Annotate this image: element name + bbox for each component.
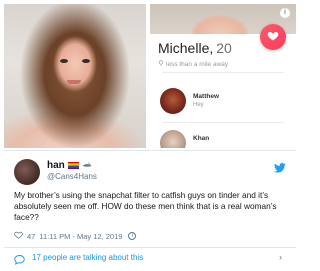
message-row-khan[interactable]: Khan bbox=[160, 130, 290, 148]
avatar[interactable] bbox=[14, 159, 40, 185]
avatar bbox=[160, 88, 186, 114]
avatar bbox=[160, 130, 186, 148]
distance-line: less than a mile away bbox=[158, 60, 228, 68]
location-pin-icon bbox=[158, 60, 164, 68]
comment-icon bbox=[14, 252, 25, 270]
like-count[interactable]: 47 bbox=[27, 232, 35, 241]
heart-outline-icon[interactable] bbox=[14, 231, 23, 241]
page: i Michelle, 20 less than a mile away Matt… bbox=[0, 0, 300, 271]
tweet-card[interactable]: han @Cans4Hans My brother’s using the sn… bbox=[4, 150, 296, 246]
timestamp[interactable]: 11:11 PM - May 12, 2019 bbox=[39, 232, 122, 241]
info-icon[interactable]: i bbox=[280, 8, 290, 18]
chevron-right-icon[interactable]: › bbox=[279, 252, 282, 262]
heart-button[interactable] bbox=[260, 24, 286, 50]
profile-age: 20 bbox=[216, 40, 232, 56]
divider bbox=[162, 122, 284, 123]
twitter-bird-icon[interactable] bbox=[274, 160, 286, 178]
tweet-author-name[interactable]: han bbox=[47, 160, 92, 171]
display-name: han bbox=[47, 160, 65, 171]
talking-count-text[interactable]: 17 people are talking about this bbox=[32, 253, 143, 262]
shark-icon bbox=[82, 161, 92, 170]
photo-mouth bbox=[67, 80, 81, 84]
heart-icon bbox=[267, 32, 279, 41]
message-row-matthew[interactable]: Matthew Hey bbox=[160, 88, 290, 116]
tinder-screenshot: i Michelle, 20 less than a mile away Matt… bbox=[150, 4, 296, 148]
conversation-link[interactable]: 17 people are talking about this › bbox=[4, 247, 296, 267]
message-preview: Hey bbox=[193, 102, 204, 108]
profile-name: Michelle, 20 bbox=[158, 40, 232, 56]
tweet-text: My brother’s using the snapchat filter t… bbox=[14, 190, 277, 222]
distance-text: less than a mile away bbox=[166, 61, 229, 68]
rainbow-flag-icon bbox=[67, 162, 79, 169]
tweet-handle[interactable]: @Cans4Hans bbox=[47, 172, 97, 181]
catfish-photo bbox=[4, 4, 146, 148]
profile-first-name: Michelle, bbox=[158, 40, 214, 56]
message-sender: Khan bbox=[193, 135, 210, 142]
photo-eyes bbox=[60, 59, 90, 65]
message-sender: Matthew bbox=[193, 93, 219, 100]
tweet-meta: 47 11:11 PM - May 12, 2019 i bbox=[14, 231, 137, 241]
divider bbox=[162, 72, 284, 73]
info-icon[interactable]: i bbox=[128, 232, 137, 240]
